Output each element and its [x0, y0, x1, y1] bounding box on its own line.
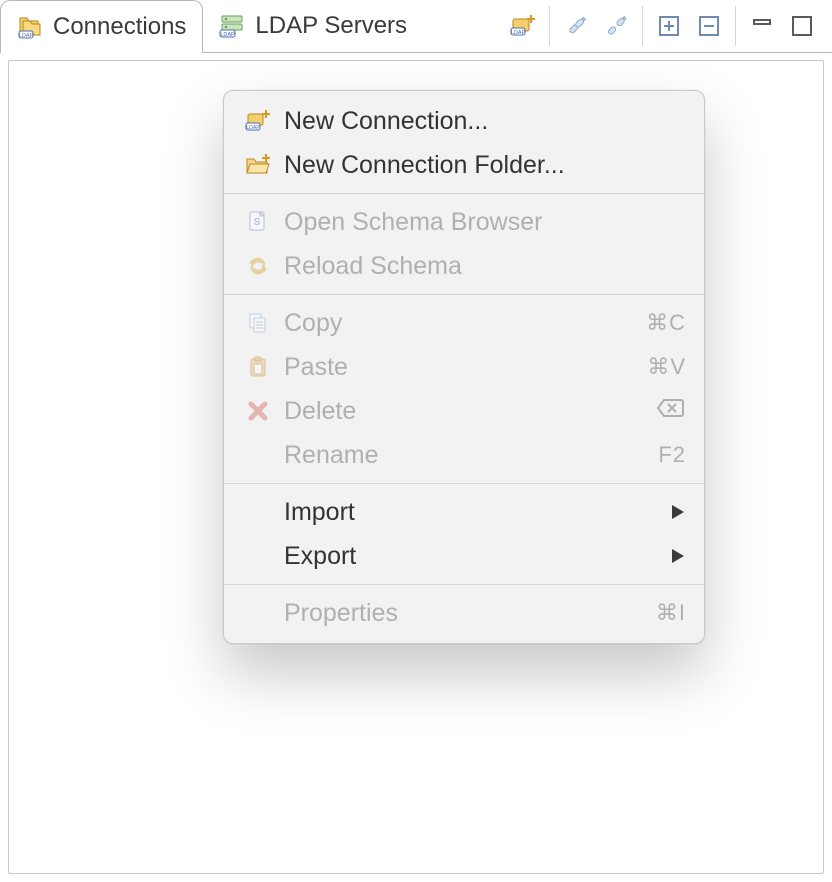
tab-ldap-servers-label: LDAP Servers — [255, 12, 407, 40]
menu-item-shortcut: ⌘I — [656, 600, 686, 626]
collapse-all-button[interactable] — [691, 8, 727, 44]
ldap-servers-icon: LDAP — [219, 13, 247, 39]
menu-separator — [224, 294, 704, 295]
menu-item-shortcut: ⌘C — [646, 310, 686, 336]
minimize-view-button[interactable] — [744, 8, 780, 44]
submenu-arrow-icon — [670, 547, 686, 565]
menu-item-label: Export — [284, 542, 670, 571]
connections-context-menu: LDAP New Connection... New Connection Fo… — [223, 90, 705, 644]
svg-text:LDAP: LDAP — [221, 32, 236, 38]
menu-item-label: Delete — [284, 397, 656, 426]
connections-icon: LDAP — [17, 14, 45, 40]
maximize-view-button[interactable] — [784, 8, 820, 44]
view-toolbar: LDAP — [503, 0, 832, 52]
menu-item-shortcut: F2 — [658, 442, 686, 468]
menu-separator — [224, 584, 704, 585]
new-folder-icon — [242, 151, 274, 179]
paste-icon — [242, 353, 274, 381]
menu-separator — [224, 483, 704, 484]
menu-item-label: Copy — [284, 309, 646, 338]
svg-text:LDAP: LDAP — [19, 33, 34, 39]
menu-item-new-connection-folder[interactable]: New Connection Folder... — [224, 143, 704, 187]
menu-item-import[interactable]: Import — [224, 490, 704, 534]
menu-item-label: New Connection... — [284, 107, 686, 136]
menu-item-copy: Copy ⌘C — [224, 301, 704, 345]
menu-item-open-schema-browser: S Open Schema Browser — [224, 200, 704, 244]
expand-all-button[interactable] — [651, 8, 687, 44]
menu-item-label: Open Schema Browser — [284, 208, 686, 237]
menu-item-delete: Delete — [224, 389, 704, 433]
toolbar-separator — [642, 6, 643, 46]
toolbar-separator — [735, 6, 736, 46]
menu-item-label: New Connection Folder... — [284, 151, 686, 180]
ldap-new-connection-icon: LDAP — [242, 107, 274, 135]
delete-icon — [242, 397, 274, 425]
menu-item-label: Paste — [284, 353, 647, 382]
disconnect-button[interactable] — [598, 8, 634, 44]
tab-ldap-servers[interactable]: LDAP LDAP Servers — [203, 0, 423, 52]
menu-item-label: Rename — [284, 441, 658, 470]
submenu-arrow-icon — [670, 503, 686, 521]
new-ldap-connection-button[interactable]: LDAP — [505, 8, 541, 44]
menu-item-reload-schema: Reload Schema — [224, 244, 704, 288]
menu-separator — [224, 193, 704, 194]
menu-item-shortcut: ⌘V — [647, 354, 686, 380]
svg-text:LDAP: LDAP — [246, 125, 260, 131]
reload-icon — [242, 252, 274, 280]
tab-connections-label: Connections — [53, 13, 186, 41]
menu-item-label: Reload Schema — [284, 252, 686, 281]
svg-text:LDAP: LDAP — [511, 30, 526, 36]
tab-connections[interactable]: LDAP Connections — [0, 0, 203, 53]
connect-button[interactable] — [558, 8, 594, 44]
tab-strip: LDAP Connections LDAP LDAP Servers LDAP — [0, 0, 832, 53]
backspace-key-icon — [656, 397, 686, 419]
menu-item-paste: Paste ⌘V — [224, 345, 704, 389]
menu-item-label: Import — [284, 498, 670, 527]
svg-text:S: S — [254, 217, 261, 228]
menu-item-new-connection[interactable]: LDAP New Connection... — [224, 99, 704, 143]
menu-item-rename: Rename F2 — [224, 433, 704, 477]
menu-item-shortcut — [656, 397, 686, 425]
toolbar-separator — [549, 6, 550, 46]
copy-icon — [242, 309, 274, 337]
menu-item-properties: Properties ⌘I — [224, 591, 704, 635]
menu-item-export[interactable]: Export — [224, 534, 704, 578]
schema-browser-icon: S — [242, 208, 274, 236]
menu-item-label: Properties — [284, 599, 656, 628]
